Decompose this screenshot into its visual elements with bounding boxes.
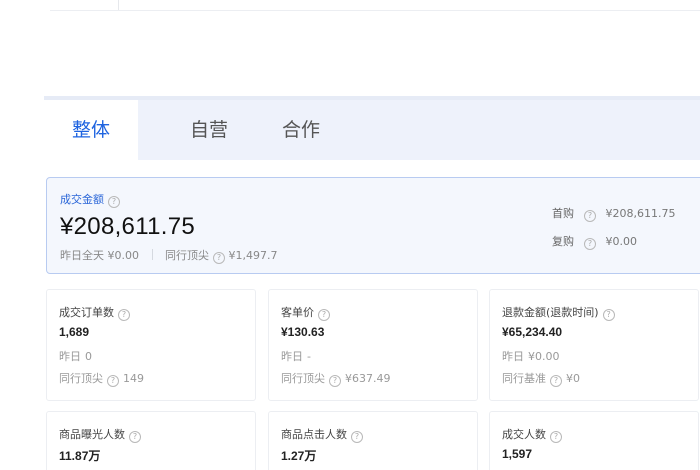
- help-icon[interactable]: ?: [584, 210, 596, 222]
- peer-label: 同行顶尖: [165, 249, 209, 262]
- metric-title: 商品曝光人数: [59, 428, 125, 441]
- metric-title: 商品点击人数: [281, 428, 347, 441]
- metric-peer: 同行顶尖? ¥637.49: [281, 370, 391, 387]
- divider: [151, 249, 153, 260]
- metric-title-row: 退款金额(退款时间)?: [502, 304, 615, 321]
- yesterday-label: 昨日: [59, 350, 81, 363]
- peer-label: 同行顶尖: [59, 372, 103, 385]
- gmv-label: 成交金额: [60, 193, 104, 206]
- metric-title-row: 成交订单数?: [59, 304, 130, 321]
- metric-title: 成交订单数: [59, 306, 114, 319]
- metric-yesterday: 昨日 0: [59, 348, 92, 364]
- help-icon[interactable]: ?: [550, 375, 562, 387]
- metric-yesterday: 昨日 ¥0.00: [502, 348, 560, 364]
- yesterday-value: ¥0.00: [107, 249, 140, 262]
- metric-yesterday: 昨日 -: [281, 348, 311, 364]
- first-purchase-value: ¥208,611.75: [605, 207, 676, 220]
- metric-title-row: 商品曝光人数?: [59, 426, 141, 443]
- metric-value: 1,689: [59, 325, 90, 339]
- metric-card-product-clicks[interactable]: 商品点击人数? 1.27万: [268, 411, 478, 470]
- metric-title-row: 客单价?: [281, 304, 330, 321]
- first-purchase-row: 首购? ¥208,611.75: [552, 205, 675, 222]
- yesterday-label: 昨日: [281, 350, 303, 363]
- repeat-purchase-value: ¥0.00: [605, 235, 638, 248]
- metric-card-orders[interactable]: 成交订单数? 1,689 昨日 0 同行顶尖? 149: [46, 289, 256, 401]
- repeat-purchase-label: 复购: [552, 235, 574, 248]
- help-icon[interactable]: ?: [107, 375, 119, 387]
- repeat-purchase-row: 复购? ¥0.00: [552, 233, 637, 250]
- help-icon[interactable]: ?: [351, 431, 363, 443]
- dashboard: 整体 自营 合作 成交金额? ¥208,611.75 昨日全天 ¥0.00 同行…: [0, 0, 700, 470]
- peer-label: 同行基准: [502, 372, 546, 385]
- metric-title-row: 成交人数?: [502, 426, 562, 443]
- help-icon[interactable]: ?: [129, 431, 141, 443]
- metric-card-refund-amount[interactable]: 退款金额(退款时间)? ¥65,234.40 昨日 ¥0.00 同行基准? ¥0: [489, 289, 699, 401]
- help-icon[interactable]: ?: [213, 252, 225, 264]
- gmv-summary-card[interactable]: 成交金额? ¥208,611.75 昨日全天 ¥0.00 同行顶尖? ¥1,49…: [46, 177, 700, 274]
- metric-value: ¥65,234.40: [502, 325, 563, 339]
- metric-card-product-exposure[interactable]: 商品曝光人数? 11.87万: [46, 411, 256, 470]
- peer-value: ¥1,497.7: [228, 249, 278, 262]
- first-purchase-label: 首购: [552, 207, 574, 220]
- metric-value: 1,597: [502, 447, 533, 461]
- metric-value: ¥130.63: [281, 325, 325, 339]
- tab-overall[interactable]: 整体: [44, 100, 138, 164]
- help-icon[interactable]: ?: [118, 309, 130, 321]
- top-panel-divider: [118, 0, 119, 10]
- yesterday-label: 昨日全天: [60, 249, 104, 262]
- help-icon[interactable]: ?: [318, 309, 330, 321]
- metric-peer: 同行顶尖? 149: [59, 370, 144, 387]
- yesterday-value: 0: [85, 350, 92, 363]
- help-icon[interactable]: ?: [550, 431, 562, 443]
- metric-title: 退款金额(退款时间): [502, 306, 599, 319]
- metric-title-row: 商品点击人数?: [281, 426, 363, 443]
- yesterday-value: -: [307, 350, 311, 363]
- gmv-value: ¥208,611.75: [60, 213, 195, 240]
- help-icon[interactable]: ?: [584, 238, 596, 250]
- help-icon[interactable]: ?: [329, 375, 341, 387]
- yesterday-label: 昨日: [502, 350, 524, 363]
- yesterday-value: ¥0.00: [528, 350, 560, 363]
- metric-card-avg-order-value[interactable]: 客单价? ¥130.63 昨日 - 同行顶尖? ¥637.49: [268, 289, 478, 401]
- metric-value: 1.27万: [281, 449, 317, 463]
- tab-cooperation[interactable]: 合作: [254, 100, 348, 160]
- metric-title: 成交人数: [502, 428, 546, 441]
- peer-value: ¥0: [566, 372, 580, 385]
- peer-value: 149: [123, 372, 144, 385]
- gmv-label-row: 成交金额?: [60, 191, 120, 208]
- metric-title: 客单价: [281, 306, 314, 319]
- tab-bar: 整体 自营 合作: [44, 96, 700, 164]
- peer-label: 同行顶尖: [281, 372, 325, 385]
- metric-value: 11.87万: [59, 449, 101, 463]
- tab-self-operated[interactable]: 自营: [162, 100, 256, 160]
- metric-card-buyers[interactable]: 成交人数? 1,597: [489, 411, 699, 470]
- metric-peer: 同行基准? ¥0: [502, 370, 580, 387]
- help-icon[interactable]: ?: [108, 196, 120, 208]
- gmv-comparison: 昨日全天 ¥0.00 同行顶尖? ¥1,497.7: [60, 247, 277, 264]
- top-panel-edge: [50, 0, 700, 11]
- peer-value: ¥637.49: [345, 372, 391, 385]
- help-icon[interactable]: ?: [602, 309, 615, 321]
